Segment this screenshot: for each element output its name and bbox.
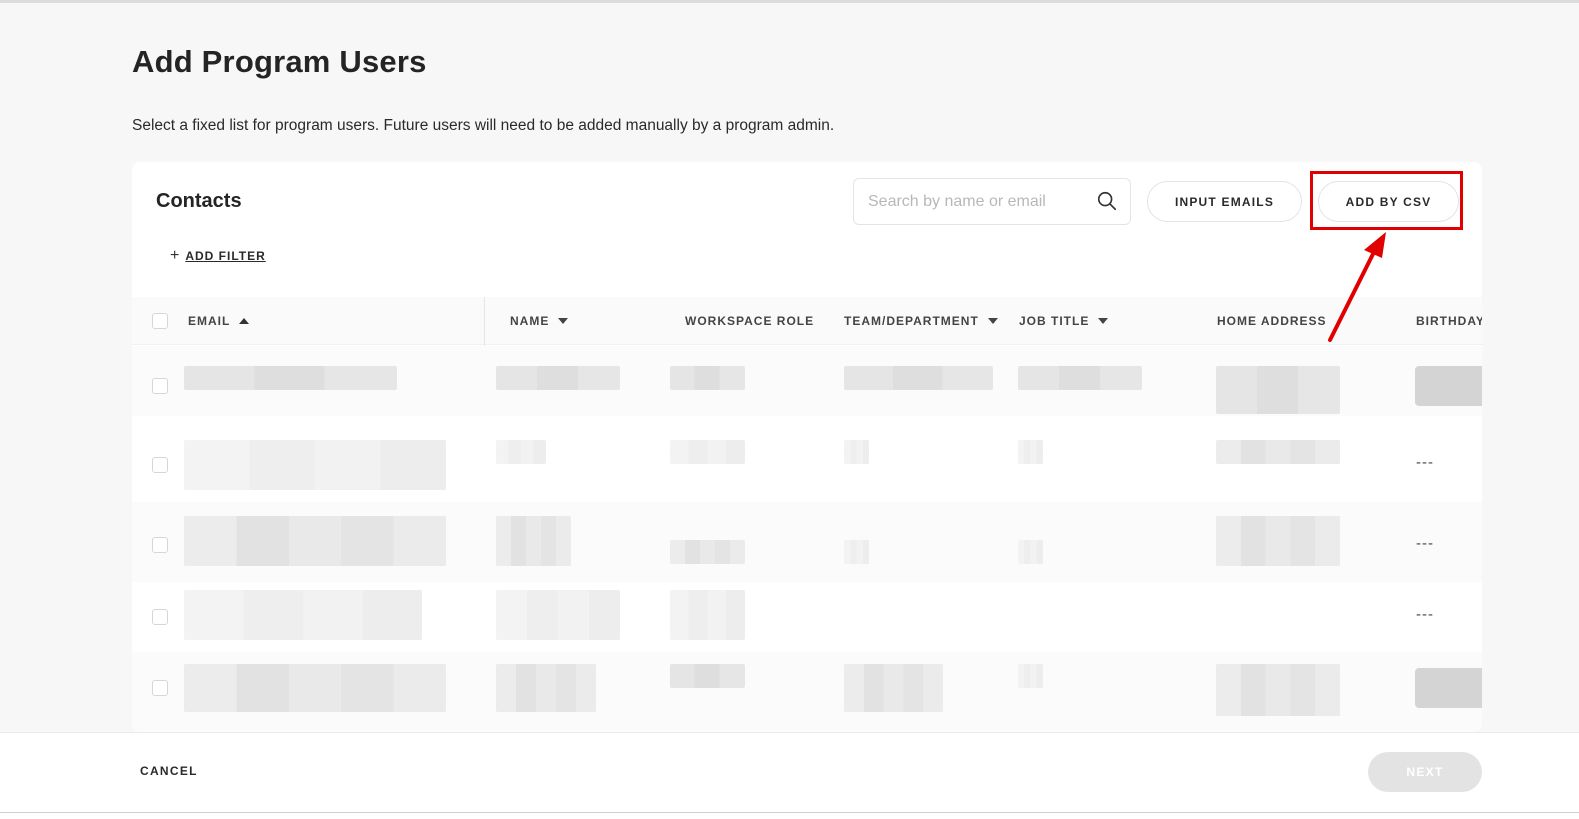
chevron-down-icon	[987, 318, 998, 324]
search-icon[interactable]	[1096, 190, 1118, 212]
table-row[interactable]	[132, 346, 1482, 416]
redacted-name	[496, 590, 620, 640]
redacted-role	[670, 440, 745, 464]
redacted-name	[496, 664, 596, 712]
birthday-cell	[1415, 668, 1482, 708]
chevron-down-icon	[1098, 318, 1109, 324]
redacted-role	[670, 590, 745, 640]
plus-icon: +	[170, 247, 180, 264]
column-header-home-address[interactable]: HOME ADDRESS	[1217, 314, 1327, 328]
row-checkbox[interactable]	[152, 537, 168, 553]
search-box[interactable]	[853, 178, 1131, 225]
redacted-role	[670, 664, 745, 688]
chevron-down-icon	[558, 318, 569, 324]
column-label-home-address: HOME ADDRESS	[1217, 314, 1327, 328]
row-checkbox[interactable]	[152, 609, 168, 625]
cancel-button[interactable]: CANCEL	[140, 764, 198, 778]
page: Add Program Users Select a fixed list fo…	[0, 0, 1579, 819]
birthday-cell	[1415, 366, 1482, 406]
redacted-name	[496, 516, 571, 566]
redacted-email	[184, 516, 446, 566]
column-header-team[interactable]: TEAM/DEPARTMENT	[844, 314, 999, 328]
table-row[interactable]: ---	[132, 586, 1482, 648]
redacted-address	[1216, 366, 1340, 414]
redacted-team	[844, 664, 943, 712]
redacted-role	[670, 366, 745, 390]
next-button[interactable]: NEXT	[1368, 752, 1482, 792]
redacted-address	[1216, 516, 1340, 566]
row-checkbox[interactable]	[152, 378, 168, 394]
redacted-job-title	[1018, 440, 1043, 464]
row-checkbox[interactable]	[152, 680, 168, 696]
redacted-email	[184, 590, 422, 640]
input-emails-button[interactable]: INPUT EMAILS	[1147, 181, 1302, 222]
column-label-workspace-role: WORKSPACE ROLE	[685, 314, 815, 328]
birthday-cell: ---	[1416, 606, 1434, 623]
search-input[interactable]	[868, 191, 1078, 213]
redacted-role	[670, 540, 745, 564]
column-label-name: NAME	[510, 314, 550, 328]
add-filter-button[interactable]: + ADD FILTER	[170, 248, 266, 264]
redacted-job-title	[1018, 664, 1043, 688]
redacted-team	[844, 540, 869, 564]
page-subtitle: Select a fixed list for program users. F…	[132, 117, 835, 134]
birthday-cell: ---	[1416, 454, 1434, 471]
annotation-arrow-icon	[1328, 232, 1386, 342]
column-header-name[interactable]: NAME	[510, 314, 569, 328]
contacts-title: Contacts	[156, 190, 242, 212]
column-label-email: EMAIL	[188, 314, 231, 328]
redacted-email	[184, 440, 446, 490]
column-header-email[interactable]: EMAIL	[188, 314, 250, 328]
top-border	[0, 0, 1579, 3]
column-header-birthday[interactable]: BIRTHDAY	[1416, 314, 1482, 328]
redacted-address	[1216, 440, 1340, 464]
bottom-border	[0, 812, 1579, 819]
sort-ascending-icon	[239, 318, 250, 324]
column-label-job-title: JOB TITLE	[1019, 314, 1090, 328]
redacted-job-title	[1018, 366, 1142, 390]
row-checkbox[interactable]	[152, 457, 168, 473]
footer-bar: CANCEL NEXT	[0, 732, 1579, 812]
birthday-cell: ---	[1416, 535, 1434, 552]
table-header: EMAIL NAME WORKSPACE ROLE TEAM/DEPARTMEN…	[132, 297, 1482, 367]
add-filter-label: ADD FILTER	[185, 249, 266, 263]
redacted-job-title	[1018, 540, 1043, 564]
table-row[interactable]: ---	[132, 426, 1482, 492]
table-row[interactable]	[132, 652, 1482, 732]
column-label-team: TEAM/DEPARTMENT	[844, 314, 979, 328]
select-all-checkbox[interactable]	[152, 313, 168, 329]
redacted-email	[184, 366, 397, 390]
column-header-workspace-role[interactable]: WORKSPACE ROLE	[685, 314, 814, 328]
column-header-job-title[interactable]: JOB TITLE	[1019, 314, 1109, 328]
redacted-email	[184, 664, 446, 712]
highlight-annotation	[1310, 171, 1463, 230]
contacts-card: Contacts INPUT EMAILS ADD BY CSV + ADD F…	[132, 162, 1482, 732]
redacted-team	[844, 366, 993, 390]
redacted-address	[1216, 664, 1340, 716]
redacted-name	[496, 440, 546, 464]
column-label-birthday: BIRTHDAY	[1416, 314, 1482, 328]
table-row[interactable]: ---	[132, 502, 1482, 582]
page-title: Add Program Users	[132, 44, 427, 79]
redacted-name	[496, 366, 620, 390]
redacted-team	[844, 440, 869, 464]
